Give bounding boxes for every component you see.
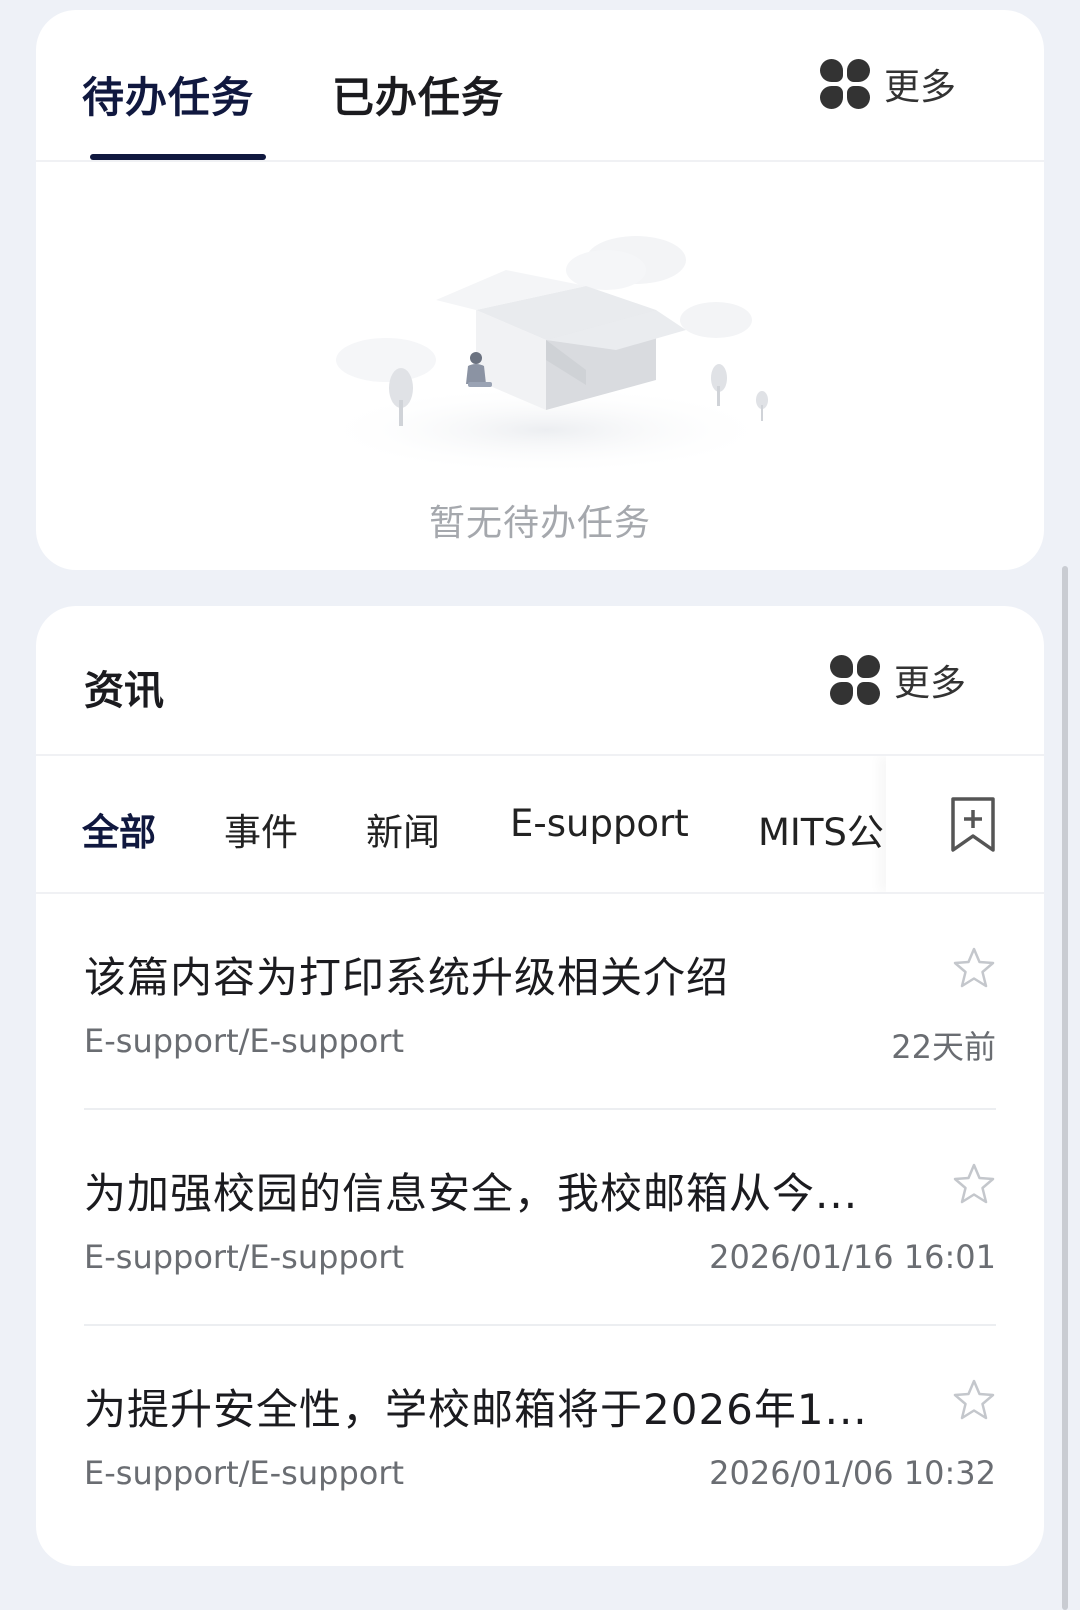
task-tabbar: 待办任务 已办任务 更多 [36, 10, 1044, 162]
news-headline: 该篇内容为打印系统升级相关介绍 [84, 953, 730, 1002]
news-more-button[interactable]: 更多 [830, 654, 966, 706]
news-headline: 为提升安全性，学校邮箱将于2026年1... [84, 1385, 868, 1434]
news-source: E-support/E-support [84, 1454, 405, 1492]
grid-icon [830, 655, 880, 705]
tasks-more-button[interactable]: 更多 [820, 58, 956, 110]
filter-tab-mits[interactable]: MITS公 [758, 802, 884, 856]
filter-tab-events[interactable]: 事件 [224, 802, 298, 856]
star-outline-icon[interactable] [952, 1162, 996, 1206]
star-outline-icon[interactable] [952, 946, 996, 990]
grid-icon [820, 59, 870, 109]
news-source: E-support/E-support [84, 1022, 405, 1060]
news-header: 资讯 更多 [36, 606, 1044, 756]
tab-pending-tasks[interactable]: 待办任务 [82, 64, 254, 125]
active-tab-indicator [90, 154, 266, 160]
news-item[interactable]: 为加强校园的信息安全，我校邮箱从今... E-support/E-support… [84, 1110, 996, 1326]
news-time: 2026/01/06 10:32 [709, 1454, 996, 1492]
news-source: E-support/E-support [84, 1238, 405, 1276]
tab-completed-tasks[interactable]: 已办任务 [332, 64, 504, 125]
filter-tab-all[interactable]: 全部 [82, 802, 156, 856]
news-title: 资讯 [84, 668, 164, 714]
tasks-card: 待办任务 已办任务 更多 暂无待办任务 [36, 10, 1044, 570]
empty-state-text: 暂无待办任务 [428, 503, 651, 544]
filter-tab-esupport[interactable]: E-support [510, 802, 689, 845]
news-item[interactable]: 为提升安全性，学校邮箱将于2026年1... E-support/E-suppo… [84, 1326, 996, 1542]
star-outline-icon[interactable] [952, 1378, 996, 1422]
news-time: 22天前 [891, 1028, 996, 1066]
news-item[interactable]: 该篇内容为打印系统升级相关介绍 E-support/E-support 22天前 [84, 894, 996, 1110]
news-card: 资讯 更多 全部 事件 新闻 E-support MITS公 该篇内容为打印系统… [36, 606, 1044, 1566]
empty-box-illustration [316, 236, 776, 475]
bookmark-add-icon[interactable] [948, 796, 998, 854]
scrollbar[interactable] [1062, 566, 1068, 1610]
news-more-label: 更多 [894, 663, 967, 704]
tasks-more-label: 更多 [884, 67, 957, 108]
filter-tab-news[interactable]: 新闻 [366, 802, 440, 856]
news-filter-bar: 全部 事件 新闻 E-support MITS公 [36, 756, 1044, 894]
news-headline: 为加强校园的信息安全，我校邮箱从今... [84, 1169, 859, 1218]
news-time: 2026/01/16 16:01 [709, 1238, 996, 1276]
